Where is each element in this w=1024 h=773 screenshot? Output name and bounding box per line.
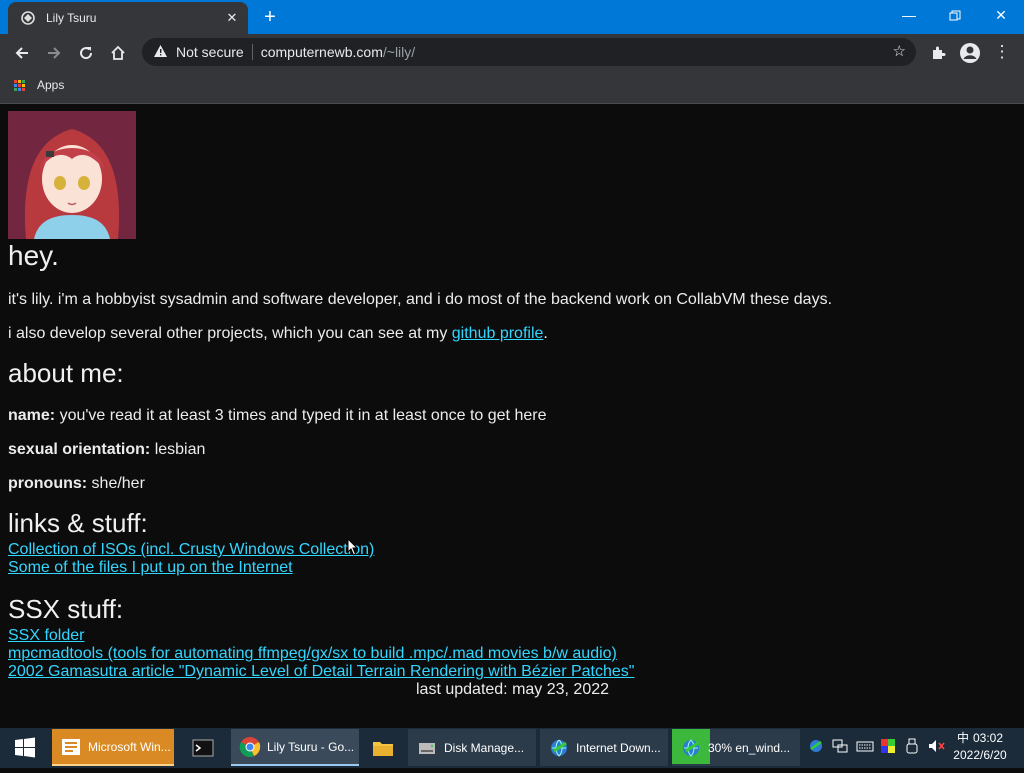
bookmark-star-icon[interactable]: ☆ [893,44,906,60]
document-app-icon [62,738,80,755]
taskbar-item-label: Disk Manage... [444,740,525,755]
windows-logo-icon [15,737,35,758]
last-updated-text: last updated: may 23, 2022 [416,681,610,698]
site-favicon-icon [20,10,36,26]
browser-tab[interactable]: Lily Tsuru ✕ [8,2,248,34]
extensions-icon[interactable] [926,40,950,64]
intro-text: it's lily. i'm a hobbyist sysadmin and s… [8,291,833,308]
globe-download-icon [551,739,567,757]
taskbar-item-label: Microsoft Win... [88,739,171,754]
about-name: name: you've read it at least 3 times an… [8,407,546,425]
about-orientation-value: lesbian [150,441,206,458]
close-tab-icon[interactable]: ✕ [224,10,240,26]
about-name-label: name: [8,407,56,424]
start-button[interactable] [0,728,50,768]
mpcmadtools-link[interactable]: mpcmadtools (tools for automating ffmpeg… [8,645,617,663]
about-pronouns-label: pronouns: [8,475,88,492]
taskbar-item-explorer[interactable] [364,729,404,766]
windows-taskbar: Microsoft Win... Lily Tsuru - Go... Disk… [0,728,1024,768]
apps-shortcut[interactable]: Apps [14,78,64,92]
clock-time-row: 中 03:02 [950,730,1010,747]
clock-time: 03:02 [972,731,1004,745]
bookmarks-bar: Apps [0,70,1024,104]
keyboard-icon[interactable] [856,738,874,758]
taskbar-item-label: Lily Tsuru - Go... [267,739,355,754]
ssx-folder-link[interactable]: SSX folder [8,627,84,645]
browser-title-bar: Lily Tsuru ✕ + — ✕ [0,0,1024,34]
taskbar-item-word[interactable]: Microsoft Win... [52,729,174,766]
taskbar-item-chrome[interactable]: Lily Tsuru - Go... [231,729,359,766]
terminal-icon [192,739,214,756]
forward-arrow-icon[interactable] [42,40,66,64]
back-arrow-icon[interactable] [10,40,34,64]
ime-language-indicator[interactable]: 中 [957,731,969,745]
about-name-value: you've read it at least 3 times and type… [55,407,547,424]
reload-icon[interactable] [74,40,98,64]
about-pronouns-value: she/her [87,475,145,492]
minimize-icon[interactable]: — [886,0,932,30]
globe-download-icon [683,739,699,757]
not-secure-label[interactable]: Not secure [176,44,244,60]
avatar-image [8,111,136,239]
system-clock[interactable]: 中 03:02 2022/6/20 [950,730,1010,764]
projects-text-before: i also develop several other projects, w… [8,325,452,342]
tray-idm-icon[interactable] [808,738,824,758]
clock-date: 2022/6/20 [953,748,1007,762]
links-heading: links & stuff: [8,508,148,538]
gamasutra-article-link[interactable]: 2002 Gamasutra article "Dynamic Level of… [8,663,634,681]
ssx-heading: SSX stuff: [8,594,124,624]
files-link[interactable]: Some of the files I put up on the Intern… [8,559,293,577]
color-app-icon[interactable] [880,738,896,758]
web-page: hey. it's lily. i'm a hobbyist sysadmin … [0,104,1024,700]
folder-icon [373,741,393,756]
warning-icon[interactable] [152,44,168,60]
home-icon[interactable] [106,40,130,64]
taskbar-item-internet-download[interactable]: Internet Down... [540,729,668,766]
tab-title: Lily Tsuru [46,11,97,25]
chrome-icon [239,736,261,757]
disk-management-icon [419,742,435,754]
iso-collection-link[interactable]: Collection of ISOs (incl. Crusty Windows… [8,541,374,559]
taskbar-item-download-progress[interactable]: 30% en_wind... [672,729,800,766]
network-icon[interactable] [832,738,848,758]
restore-icon[interactable] [932,0,978,30]
volume-muted-icon[interactable] [928,738,946,758]
greeting-heading: hey. [8,240,59,271]
close-window-icon[interactable]: ✕ [978,0,1024,30]
projects-text: i also develop several other projects, w… [8,325,548,343]
about-heading: about me: [8,358,124,388]
new-tab-button[interactable]: + [258,6,282,30]
url-host: computernewb.com [260,44,383,60]
projects-text-after: . [543,325,548,342]
taskbar-item-disk-management[interactable]: Disk Manage... [408,729,536,766]
address-divider [251,44,253,60]
address-bar[interactable]: Not secure computernewb.com/~lily/ ☆ [142,38,916,66]
about-orientation-label: sexual orientation: [8,441,151,458]
about-pronouns: pronouns: she/her [8,475,145,493]
mouse-cursor-icon [347,538,359,556]
profile-avatar-icon[interactable] [958,40,982,64]
usb-device-icon[interactable] [906,738,918,758]
url-path: /~lily/ [382,44,416,60]
taskbar-item-label: Internet Down... [576,740,661,755]
about-orientation: sexual orientation: lesbian [8,441,205,459]
github-profile-link[interactable]: github profile [452,325,544,342]
menu-dots-icon[interactable]: ⋮ [990,40,1014,64]
apps-label: Apps [37,78,65,92]
apps-grid-icon [14,79,25,91]
taskbar-item-label: 30% en_wind... [708,740,791,755]
taskbar-item-terminal[interactable] [180,729,226,766]
